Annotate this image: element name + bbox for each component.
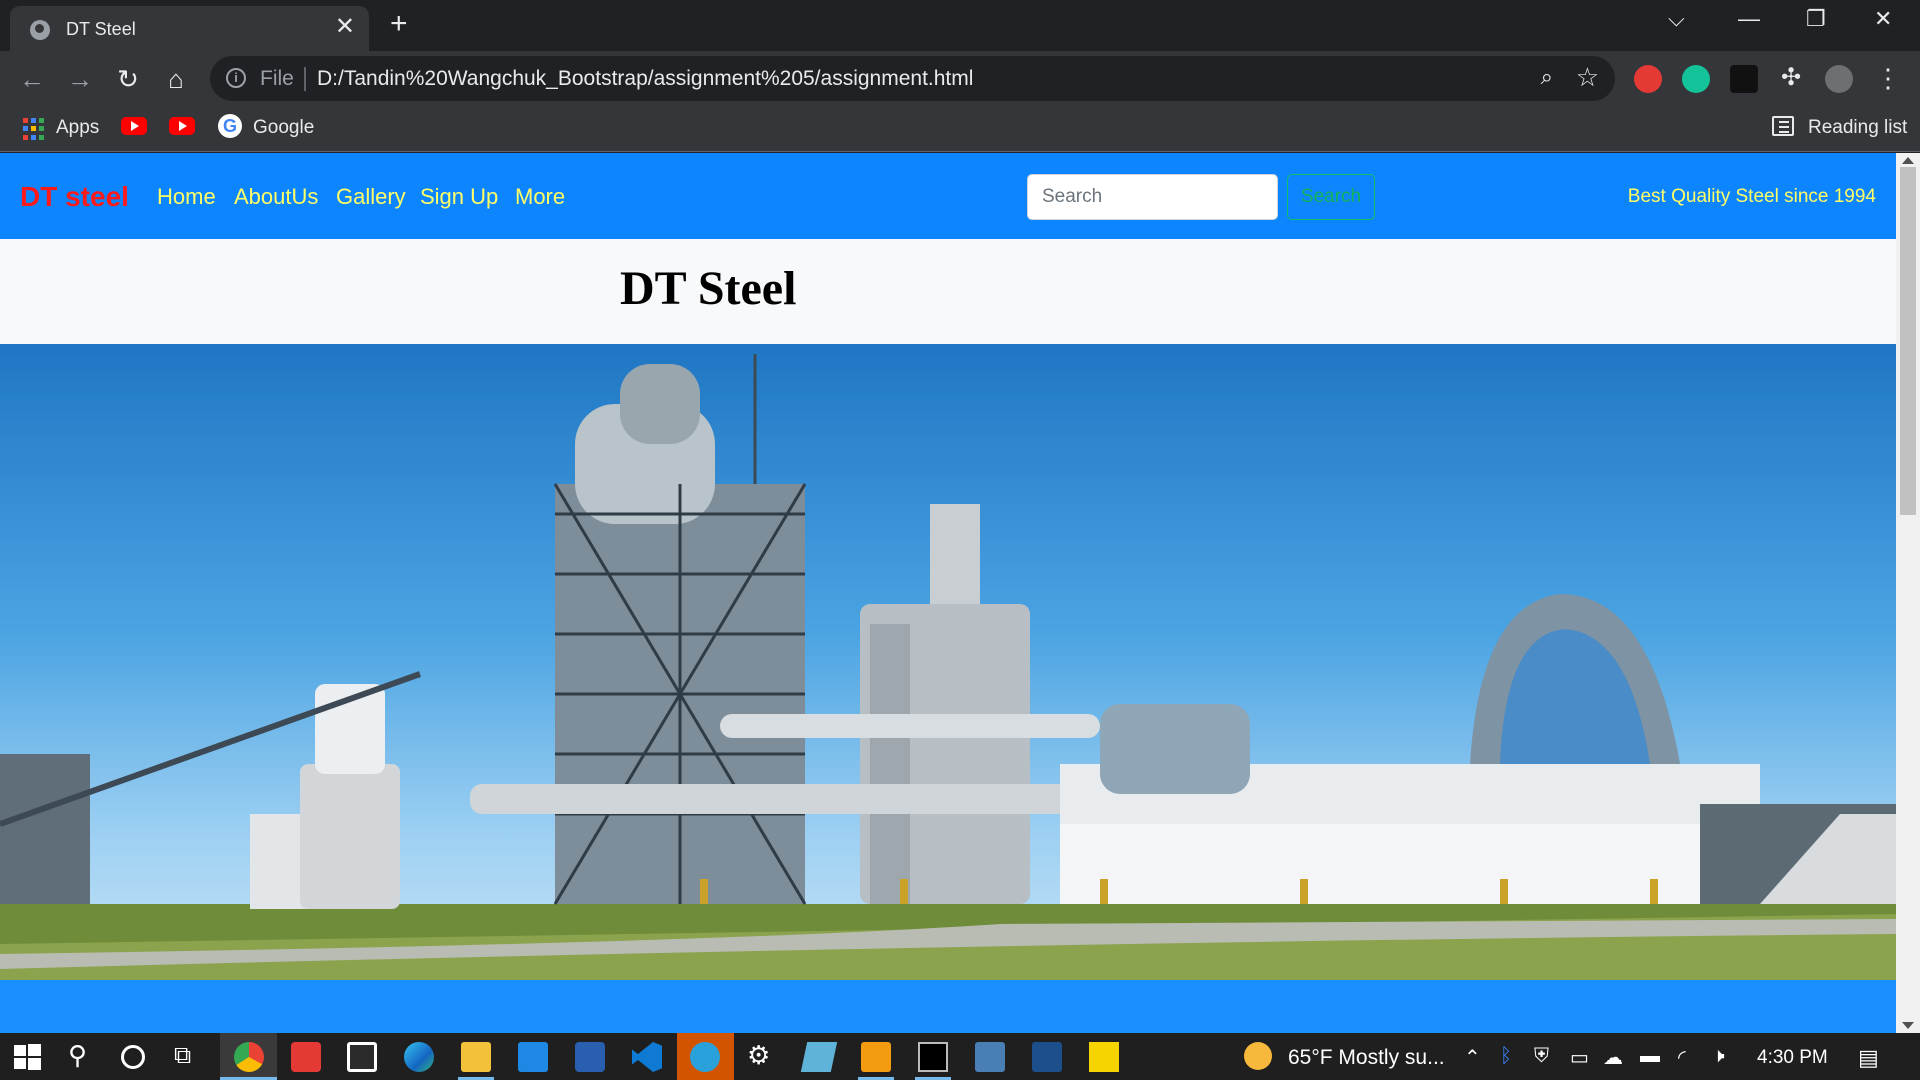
bookmark-google[interactable]: Google xyxy=(253,115,314,141)
info-icon[interactable]: i xyxy=(226,68,246,88)
search-button[interactable]: Search xyxy=(1287,174,1375,220)
weather-sun-icon xyxy=(1244,1042,1272,1070)
notifications-icon[interactable]: ▤ xyxy=(1858,1045,1879,1071)
page-viewport: DT steel Home AboutUs Gallery Sign Up Mo… xyxy=(0,153,1920,1033)
restore-button[interactable]: ❐ xyxy=(1806,6,1826,32)
weather-text[interactable]: 65°F Mostly su... xyxy=(1288,1046,1445,1070)
bookmark-apps[interactable]: Apps xyxy=(56,115,99,141)
close-tab-icon[interactable]: ✕ xyxy=(335,15,355,39)
zoom-icon[interactable]: ⌕ xyxy=(1541,64,1553,90)
scroll-up-arrow-icon[interactable] xyxy=(1902,157,1914,164)
youtube-bookmark-icon[interactable] xyxy=(169,117,195,135)
defender-icon[interactable]: ⛨ xyxy=(1534,1045,1549,1068)
search-icon[interactable]: ⚲ xyxy=(68,1040,87,1071)
nav-link-more[interactable]: More xyxy=(515,184,565,210)
profile-avatar[interactable] xyxy=(1825,65,1853,93)
app-icon[interactable] xyxy=(575,1042,605,1072)
browser-tab-active[interactable]: DT Steel ✕ xyxy=(10,6,369,51)
clock-time[interactable]: 4:30 PM xyxy=(1757,1047,1828,1069)
home-icon[interactable]: ⌂ xyxy=(158,61,194,97)
nav-link-gallery[interactable]: Gallery xyxy=(336,184,406,210)
minimize-button[interactable]: — xyxy=(1738,6,1760,32)
mail-icon[interactable] xyxy=(518,1042,548,1072)
site-navbar: DT steel Home AboutUs Gallery Sign Up Mo… xyxy=(0,153,1896,239)
tab-search-icon[interactable]: ⌵ xyxy=(1668,6,1685,32)
browser-toolbar: ← → ↻ ⌂ i File D:/Tandin%20Wangchuk_Boot… xyxy=(0,51,1920,106)
bluetooth-icon[interactable]: ᛒ xyxy=(1500,1045,1512,1068)
telegram-icon[interactable] xyxy=(690,1042,720,1072)
cortana-icon[interactable] xyxy=(121,1045,145,1069)
app-icon[interactable] xyxy=(1032,1042,1062,1072)
divider xyxy=(304,67,306,91)
extension-mask-icon[interactable] xyxy=(1730,65,1758,93)
task-view-icon[interactable]: ⧉ xyxy=(174,1042,191,1070)
settings-gear-icon[interactable]: ⚙ xyxy=(747,1040,770,1071)
apps-grid-icon xyxy=(23,118,45,140)
extension-stop-icon[interactable] xyxy=(1634,65,1662,93)
file-explorer-icon[interactable] xyxy=(461,1042,491,1072)
nav-link-aboutus[interactable]: AboutUs xyxy=(234,184,318,210)
back-arrow-icon[interactable]: ← xyxy=(14,61,50,97)
address-bar[interactable]: i File D:/Tandin%20Wangchuk_Bootstrap/as… xyxy=(210,56,1615,101)
close-window-button[interactable]: ✕ xyxy=(1874,6,1892,32)
onedrive-cloud-icon[interactable]: ☁ xyxy=(1603,1045,1623,1070)
scrollbar-thumb[interactable] xyxy=(1900,167,1916,515)
grammarly-icon[interactable] xyxy=(1682,65,1710,93)
vscode-icon[interactable] xyxy=(632,1042,662,1072)
reload-icon[interactable]: ↻ xyxy=(110,61,146,97)
nav-link-home[interactable]: Home xyxy=(157,184,216,210)
steel-plant-illustration xyxy=(0,354,1896,980)
nav-link-signup[interactable]: Sign Up xyxy=(420,184,498,210)
edge-icon[interactable] xyxy=(404,1042,434,1072)
page-title: DT Steel xyxy=(620,262,797,315)
app-icon[interactable] xyxy=(975,1042,1005,1072)
vertical-scrollbar[interactable] xyxy=(1896,153,1920,1033)
battery-icon[interactable]: ▬ xyxy=(1640,1045,1660,1068)
content-section xyxy=(0,980,1896,1033)
sticky-notes-icon[interactable] xyxy=(1089,1042,1119,1072)
brand-logo[interactable]: DT steel xyxy=(20,181,129,213)
bookmark-star-icon[interactable]: ☆ xyxy=(1576,62,1599,93)
windows-start-icon[interactable] xyxy=(12,1042,42,1072)
search-input[interactable] xyxy=(1027,174,1278,220)
heading-section: DT Steel xyxy=(0,239,1896,344)
wifi-icon[interactable]: ◜ xyxy=(1678,1045,1686,1070)
volume-muted-icon[interactable]: 🕨 xyxy=(1712,1045,1725,1068)
sublime-text-icon[interactable] xyxy=(861,1042,891,1072)
forward-arrow-icon[interactable]: → xyxy=(62,61,98,97)
chrome-icon[interactable] xyxy=(234,1042,264,1072)
hero-image-steel-plant xyxy=(0,344,1896,980)
url-scheme-label: File xyxy=(260,67,294,90)
calendar-app-icon[interactable] xyxy=(291,1042,321,1072)
new-tab-button[interactable]: + xyxy=(390,9,408,39)
chevron-up-icon[interactable]: ⌃ xyxy=(1464,1045,1481,1070)
scroll-down-arrow-icon[interactable] xyxy=(1902,1022,1914,1029)
app-icon[interactable] xyxy=(800,1042,838,1072)
extensions-puzzle-icon[interactable]: ✣ xyxy=(1773,60,1809,96)
store-icon[interactable] xyxy=(347,1042,377,1072)
tab-title: DT Steel xyxy=(66,19,136,39)
menu-kebab-icon[interactable]: ⋮ xyxy=(1870,60,1906,96)
youtube-bookmark-icon[interactable] xyxy=(121,117,147,135)
browser-tabstrip: DT Steel ✕ + ⌵ — ❐ ✕ xyxy=(0,0,1920,51)
tagline: Best Quality Steel since 1994 xyxy=(1627,186,1876,207)
terminal-icon[interactable] xyxy=(918,1042,948,1072)
meet-now-icon[interactable]: ▭ xyxy=(1570,1045,1589,1070)
google-icon: G xyxy=(218,114,242,138)
reading-list-icon xyxy=(1772,116,1794,136)
url-text[interactable]: D:/Tandin%20Wangchuk_Bootstrap/assignmen… xyxy=(317,67,973,91)
windows-taskbar: ⚲ ⧉ ⚙ 65°F Mostly su... ⌃ ᛒ ⛨ ▭ ☁ ▬ ◜ 🕨 … xyxy=(0,1033,1920,1080)
globe-icon xyxy=(30,20,50,40)
reading-list-button[interactable]: Reading list xyxy=(1808,115,1907,141)
